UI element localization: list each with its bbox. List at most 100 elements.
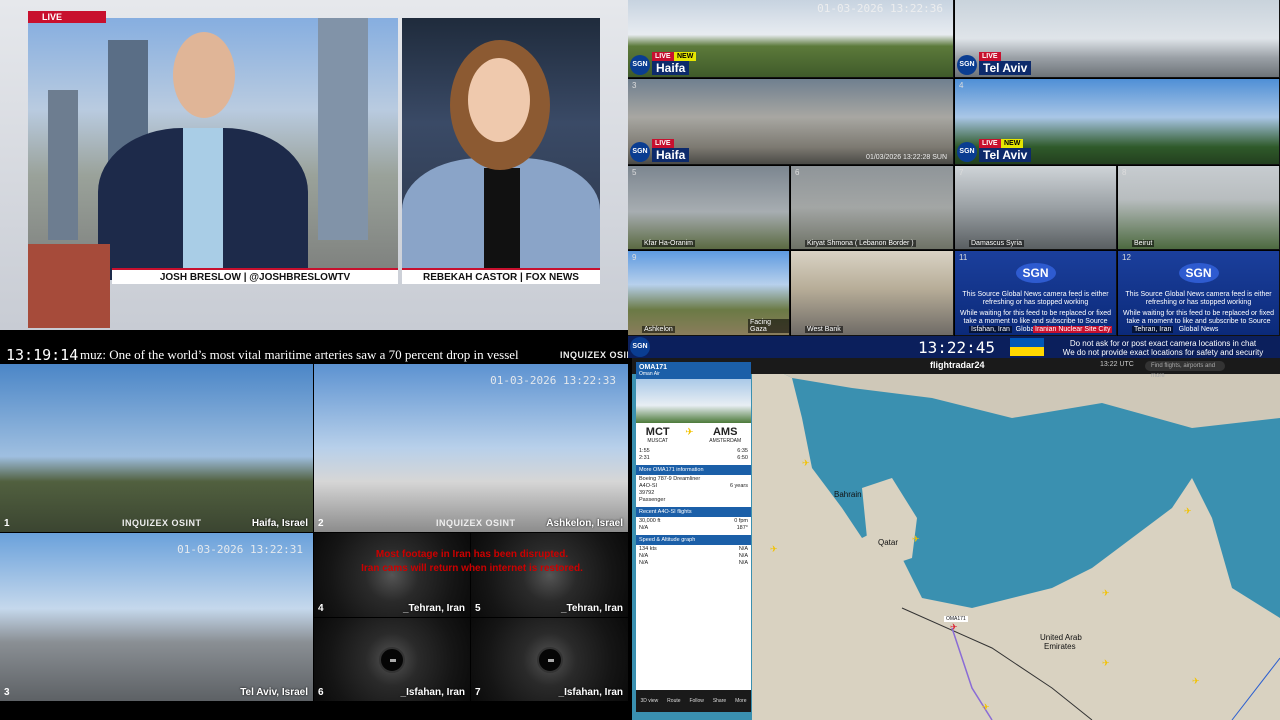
selected-plane-icon[interactable]: ✈ [950,622,958,633]
tile-number: 3 [632,81,637,90]
sgn-tile-5[interactable]: 5 Kfar Ha-Oranim [628,166,790,250]
sched-dep: 1:55 [639,448,650,454]
aircraft-info: Boeing 787-9 Dreamliner A4O-SI 6 years 39… [636,475,751,505]
anchor-head [468,58,530,142]
plane-icon[interactable]: ✈ [802,458,810,469]
share-button[interactable]: Share [713,698,726,704]
live-tag: LIVE [28,11,106,23]
aircraft-age: 6 years [729,483,748,489]
cam-number: 6 [318,687,324,698]
tile-label: West Bank [805,326,843,333]
sgn-tile-10[interactable]: West Bank [791,251,954,336]
tile-number: 4 [959,81,964,90]
cam-location: Haifa, Israel [251,518,308,529]
sgn-tile-11[interactable]: 11 SGN This Source Global News camera fe… [955,251,1117,336]
mach: N/A [738,553,748,559]
sgn-tile-8[interactable]: 8 Beirut [1118,166,1280,250]
recent-flights-button[interactable]: Recent A4O-SI flights [636,507,751,517]
sgn-tile-3[interactable]: 3 01/03/2026 13:22:28 SUN SGN LIVE Haifa [628,79,954,165]
speed-info: 134 kts N/A N/A N/A N/A N/A [636,545,751,568]
sgn-logo: SGN [630,55,650,75]
true-airspeed: N/A [738,546,748,552]
est-arr: 6:50 [737,455,748,461]
temperature: N/A [738,560,748,566]
cam-location: _Isfahan, Iran [558,687,623,698]
plane-icon[interactable]: ✈ [1102,588,1110,599]
sgn-logo: SGN [957,142,977,162]
sgn-tile-12[interactable]: 12 SGN This Source Global News camera fe… [1118,251,1280,336]
cam-number: 5 [475,603,481,614]
plane-icon[interactable]: ✈ [1184,506,1192,517]
sgn-tile-1[interactable]: 01-03-2026 13:22:36 SGN LIVE NEW Haifa [628,0,954,78]
tile-number: 11 [959,253,968,262]
sgn-logo: SGN [957,55,977,75]
flightradar-logo: flightradar24 [930,360,985,370]
sgn-tile-7[interactable]: 7 Damascus Syria [955,166,1117,250]
follow-button[interactable]: Follow [689,698,703,704]
destination-city: AMSTERDAM [709,438,742,444]
cam-location: _Isfahan, Iran [400,687,465,698]
flight-action-bar: 3D view Route Follow Share More [636,690,751,712]
sgn-logo: SGN [630,142,650,162]
plane-icon[interactable]: ✈ [1192,676,1200,687]
more-button[interactable]: More [735,698,746,704]
anchor-right-nameplate: REBEKAH CASTOR | FOX NEWS [402,268,600,284]
osint-cam-3: 01-03-2026 13:22:31 3 Tel Aviv, Israel [0,533,313,701]
disruption-line-2: Iran cams will return when internet is r… [361,563,583,574]
cam-location: Ashkelon, Israel [546,518,623,529]
actual-dep: 2:31 [639,455,650,461]
city-label: Tel Aviv [979,148,1032,162]
sgn-tile-4[interactable]: 4 SGN LIVE NEW Tel Aviv [955,79,1280,165]
3d-view-button[interactable]: 3D view [640,698,658,704]
cam-location: Tel Aviv, Israel [240,687,308,698]
more-info-button[interactable]: More OMA171 information [636,465,751,475]
ticker-headline: muz: One of the world’s most vital marit… [80,347,519,362]
tile-number: 5 [632,168,637,177]
speed-graph-button[interactable]: Speed & Altitude graph [636,535,751,545]
map-label-uae-1: United Arab [1040,633,1082,642]
ticker-clock: 13:19:14 [6,346,79,364]
tile-number: 9 [632,253,637,262]
city-label: Haifa [652,148,690,162]
live-badge: LIVE [979,139,1001,148]
anchor-right-feed [402,18,600,280]
wind: N/A [639,560,649,566]
sgn-clock: 13:22:45 [918,338,996,357]
aircraft-category: Passenger [639,497,666,503]
offline-line-1: This Source Global News camera feed is e… [962,291,1109,306]
tile-sublabel: Iranian Nuclear Site City [1033,326,1113,333]
anchor-shirt [183,128,223,280]
live-badge: LIVE [652,139,674,148]
tile-number: 6 [795,168,800,177]
sgn-tile-6[interactable]: 6 Kiryat Shmona ( Lebanon Border ) [791,166,954,250]
track: 187° [736,525,748,531]
plane-icon: ✈ [685,427,694,438]
tile-timestamp: 01/03/2026 13:22:28 SUN [866,154,947,161]
tile-sublabel: Facing Gaza [748,319,789,333]
sgn-tile-2[interactable]: SGN LIVE Tel Aviv [955,0,1280,78]
new-badge: NEW [1001,139,1024,148]
flag-icon [1010,338,1044,356]
origin-city: MUSCAT [647,438,669,444]
plane-icon[interactable]: ✈ [770,544,778,555]
tile-label: Tehran, Iran [1132,326,1174,333]
building [318,18,368,240]
flight-details-panel: OMA171 Oman Air MCT MUSCAT ✈ AMS AMSTERD… [636,362,751,712]
tile-label: Ashkelon [642,326,675,333]
flight-search-input[interactable]: Find flights, airports and more [1145,361,1225,379]
plane-icon[interactable]: ✈ [1102,658,1110,669]
destination: AMS AMSTERDAM [709,426,741,444]
osint-watermark: INQUIZEX OSINT [122,518,202,528]
sgn-tile-9[interactable]: 9 Ashkelon Facing Gaza [628,251,790,336]
tile-timestamp: 01-03-2026 13:22:36 [817,2,943,15]
flight-callsign: OMA171 [639,364,668,371]
iran-disruption-message: Most footage in Iran has been disrupted.… [318,548,626,576]
plane-icon[interactable]: ✈ [912,534,920,545]
plane-icon[interactable]: ✈ [982,702,990,713]
route-button[interactable]: Route [667,698,680,704]
cam-timestamp: 01-03-2026 13:22:31 [177,543,303,556]
anchor-left-nameplate: JOSH BRESLOW | @JOSHBRESLOWTV [112,268,398,284]
cam-number: 3 [4,687,10,698]
schedule-block: 1:55 6:35 2:31 6:50 [636,447,751,463]
sgn-logo: SGN [1178,263,1219,283]
